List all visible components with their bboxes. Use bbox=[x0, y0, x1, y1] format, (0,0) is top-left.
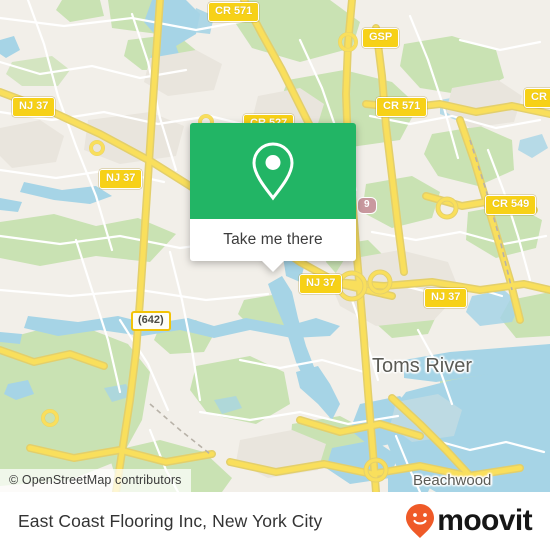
road-shield-cr-571-north: CR 571 bbox=[208, 2, 260, 22]
map-screenshot: CR 571 GSP NJ 37 CR 571 CR CR 527 NJ 37 … bbox=[0, 0, 550, 550]
road-shield-nj-37-center: NJ 37 bbox=[299, 274, 343, 294]
map-canvas[interactable]: CR 571 GSP NJ 37 CR 571 CR CR 527 NJ 37 … bbox=[0, 0, 550, 492]
poi-callout-card[interactable]: Take me there bbox=[190, 123, 356, 272]
road-shield-nj-37-east: NJ 37 bbox=[424, 288, 468, 308]
place-label-beachwood: Beachwood bbox=[413, 472, 492, 489]
road-shield-gsp: GSP bbox=[362, 28, 400, 48]
location-title: East Coast Flooring Inc, New York City bbox=[18, 510, 323, 531]
road-shield-cr-549: CR 549 bbox=[485, 195, 537, 215]
moovit-logo[interactable]: moovit bbox=[405, 503, 533, 539]
road-shield-nj-37-west: NJ 37 bbox=[12, 97, 56, 117]
road-shield-nj-37-mid: NJ 37 bbox=[99, 169, 143, 189]
road-shield-cr-571-east: CR 571 bbox=[376, 97, 428, 117]
moovit-wordmark: moovit bbox=[437, 504, 532, 537]
moovit-smiley-pin-icon bbox=[406, 504, 435, 538]
place-label-toms-river: Toms River bbox=[372, 355, 473, 377]
poi-card-pointer bbox=[262, 261, 284, 272]
road-shield-us-9: 9 bbox=[357, 197, 377, 214]
road-shield-cr-clipped: CR bbox=[524, 88, 550, 108]
road-shield-642: (642) bbox=[131, 311, 171, 331]
poi-card-header bbox=[190, 123, 356, 219]
poi-card-action[interactable]: Take me there bbox=[190, 219, 356, 261]
take-me-there-label: Take me there bbox=[223, 231, 323, 248]
map-pin-icon bbox=[252, 142, 294, 201]
osm-attribution[interactable]: © OpenStreetMap contributors bbox=[0, 469, 191, 492]
footer-bar: East Coast Flooring Inc, New York City m… bbox=[0, 492, 550, 550]
